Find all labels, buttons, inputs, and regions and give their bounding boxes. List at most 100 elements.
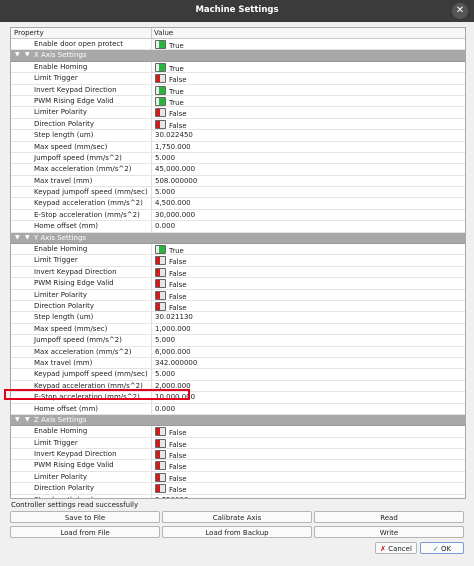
table-row[interactable]: Limit Trigger False — [11, 255, 465, 267]
table-row[interactable]: Enable Homing True — [11, 244, 465, 256]
table-row[interactable]: Enable door open protect True — [11, 39, 465, 51]
section-header[interactable]: ▼ ▼ Y Axis Settings — [11, 232, 465, 245]
property-value[interactable]: True — [155, 62, 184, 73]
table-row[interactable]: Home offset (mm) 0.000 — [11, 221, 465, 233]
read-button[interactable]: Read — [314, 511, 464, 523]
toggle-switch-icon[interactable] — [155, 245, 166, 255]
table-row[interactable]: Limiter Polarity False — [11, 107, 465, 119]
property-value[interactable]: 3.750000 — [155, 496, 188, 498]
property-column-header[interactable]: Property — [14, 29, 44, 37]
toggle-switch-icon[interactable] — [155, 472, 166, 482]
property-value[interactable]: 5.000 — [155, 154, 175, 162]
property-value[interactable]: False — [155, 472, 187, 483]
property-value[interactable]: False — [155, 279, 187, 289]
collapse-arrow-icon[interactable]: ▼ — [25, 416, 30, 423]
section-header[interactable]: ▼ ▼ Z Axis Settings — [11, 414, 465, 427]
property-value[interactable]: 6,000.000 — [155, 348, 191, 356]
property-value[interactable]: 45,000.000 — [155, 165, 195, 173]
property-value[interactable]: False — [155, 427, 187, 437]
property-value[interactable]: False — [155, 119, 187, 130]
property-value[interactable]: True — [155, 96, 184, 107]
property-value[interactable]: 508.000000 — [155, 177, 197, 185]
toggle-switch-icon[interactable] — [155, 62, 166, 72]
property-value[interactable]: False — [155, 74, 187, 84]
property-value[interactable]: False — [155, 301, 187, 312]
table-row[interactable]: Keypad acceleration (mm/s^2) 4,500.000 — [11, 198, 465, 210]
load-from-file-button[interactable]: Load from File — [10, 526, 160, 538]
property-value[interactable]: 30.021130 — [155, 313, 193, 321]
toggle-switch-icon[interactable] — [155, 256, 166, 266]
calibrate-axis-button[interactable]: Calibrate Axis — [162, 511, 312, 523]
write-button[interactable]: Write — [314, 526, 464, 538]
table-row[interactable]: Enable Homing True — [11, 61, 465, 74]
table-row[interactable]: Step length (um) 30.022450 — [11, 130, 465, 142]
toggle-switch-icon[interactable] — [155, 85, 166, 95]
settings-table[interactable]: Property Value Enable door open protect T… — [10, 27, 466, 499]
property-value[interactable]: 5.000 — [155, 370, 175, 378]
table-row[interactable]: PWM Rising Edge Valid True — [11, 95, 465, 108]
table-row[interactable]: Limit Trigger False — [11, 437, 465, 450]
table-row[interactable]: Step length (um) 3.750000 — [11, 494, 465, 498]
toggle-switch-icon[interactable] — [155, 484, 166, 494]
table-row[interactable]: Enable Homing False — [11, 426, 465, 438]
table-row[interactable]: Max speed (mm/sec) 1,750.000 — [11, 141, 465, 153]
property-value[interactable]: 4,500.000 — [155, 199, 191, 207]
table-row[interactable]: Keypad jumpoff speed (mm/sec) 5.000 — [11, 369, 465, 381]
toggle-switch-icon[interactable] — [155, 267, 166, 277]
table-row[interactable]: PWM Rising Edge Valid False — [11, 460, 465, 472]
table-row[interactable]: Invert Keypad Direction False — [11, 449, 465, 461]
cancel-button[interactable]: ✗ Cancel — [375, 542, 417, 554]
collapse-arrow-icon[interactable]: ▼ — [25, 234, 30, 241]
expand-arrow-icon[interactable]: ▼ — [15, 416, 20, 423]
property-value[interactable]: False — [155, 438, 187, 449]
table-row[interactable]: Direction Polarity False — [11, 300, 465, 313]
ok-button[interactable]: ✓ OK — [420, 542, 464, 554]
table-row[interactable]: Invert Keypad Direction True — [11, 84, 465, 96]
toggle-switch-icon[interactable] — [155, 96, 166, 106]
save-to-file-button[interactable]: Save to File — [10, 511, 160, 523]
table-row[interactable]: Limit Trigger False — [11, 73, 465, 85]
toggle-switch-icon[interactable] — [155, 290, 166, 300]
property-value[interactable]: False — [155, 450, 187, 460]
toggle-switch-icon[interactable] — [155, 108, 166, 118]
toggle-switch-icon[interactable] — [155, 74, 166, 84]
table-row[interactable]: Step length (um) 30.021130 — [11, 312, 465, 324]
property-value[interactable]: False — [155, 484, 187, 494]
table-row[interactable]: Max acceleration (mm/s^2) 45,000.000 — [11, 164, 465, 176]
property-value[interactable]: False — [155, 290, 187, 301]
property-value[interactable]: 1,750.000 — [155, 143, 191, 151]
toggle-switch-icon[interactable] — [155, 40, 166, 49]
property-value[interactable]: 0.000 — [155, 405, 175, 413]
property-value[interactable]: 1,000.000 — [155, 325, 191, 333]
table-row[interactable]: Limiter Polarity False — [11, 289, 465, 301]
table-row[interactable]: Direction Polarity False — [11, 483, 465, 495]
load-from-backup-button[interactable]: Load from Backup — [162, 526, 312, 538]
table-row[interactable]: Direction Polarity False — [11, 118, 465, 131]
property-value[interactable]: False — [155, 108, 187, 118]
property-value[interactable]: 342.000000 — [155, 359, 197, 367]
close-icon[interactable]: ✕ — [452, 3, 468, 19]
table-row[interactable]: Jumpoff speed (mm/s^2) 5.000 — [11, 335, 465, 347]
property-value[interactable]: True — [155, 40, 184, 50]
property-value[interactable]: True — [155, 85, 184, 96]
property-value[interactable]: 30,000.000 — [155, 211, 195, 219]
expand-arrow-icon[interactable]: ▼ — [15, 234, 20, 241]
table-row[interactable]: Limiter Polarity False — [11, 471, 465, 484]
property-value[interactable]: 5.000 — [155, 336, 175, 344]
toggle-switch-icon[interactable] — [155, 301, 166, 311]
table-row[interactable]: Max speed (mm/sec) 1,000.000 — [11, 323, 465, 336]
expand-arrow-icon[interactable]: ▼ — [15, 51, 20, 58]
table-row[interactable]: Keypad jumpoff speed (mm/sec) 5.000 — [11, 187, 465, 199]
table-row[interactable]: Max travel (mm) 508.000000 — [11, 175, 465, 188]
property-value[interactable]: False — [155, 267, 187, 278]
toggle-switch-icon[interactable] — [155, 279, 166, 289]
toggle-switch-icon[interactable] — [155, 427, 166, 437]
table-row[interactable]: E-Stop acceleration (mm/s^2) 30,000.000 — [11, 209, 465, 222]
section-header[interactable]: ▼ ▼ X Axis Settings — [11, 50, 465, 62]
table-row[interactable]: Home offset (mm) 0.000 — [11, 403, 465, 415]
table-row[interactable]: PWM Rising Edge Valid False — [11, 278, 465, 290]
property-value[interactable]: 30.022450 — [155, 131, 193, 139]
property-value[interactable]: 5.000 — [155, 188, 175, 196]
collapse-arrow-icon[interactable]: ▼ — [25, 51, 30, 58]
table-row[interactable]: Max acceleration (mm/s^2) 6,000.000 — [11, 346, 465, 358]
